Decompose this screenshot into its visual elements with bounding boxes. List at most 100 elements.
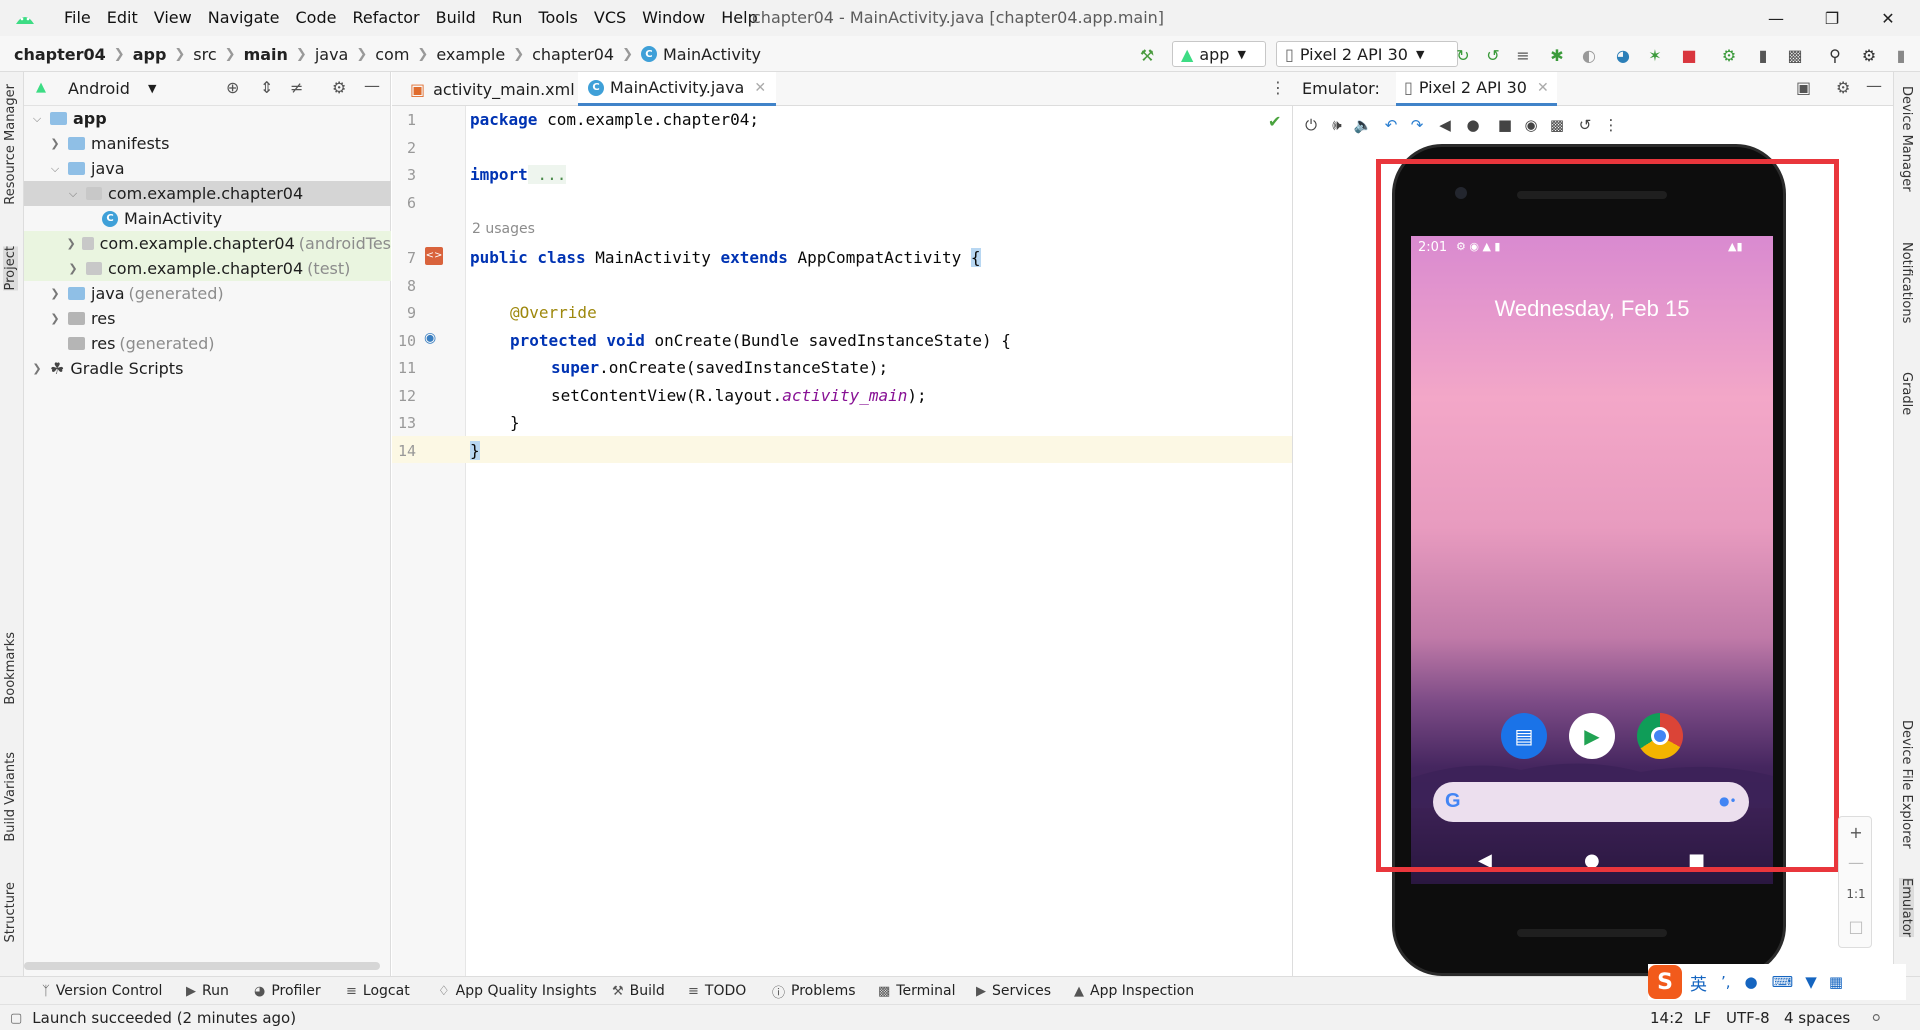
rotate-right-icon[interactable]: ↷ <box>1406 114 1428 136</box>
breadcrumb-item[interactable]: chapter04 <box>532 45 614 64</box>
file-encoding[interactable]: UTF-8 <box>1726 1005 1770 1031</box>
power-icon[interactable]: ⏻ <box>1300 114 1322 136</box>
tool-problems[interactable]: ⓘ Problems <box>772 977 856 1005</box>
tree-item-java-generated[interactable]: ❯ java (generated) <box>24 281 391 306</box>
tool-run[interactable]: ▶ Run <box>186 977 229 1005</box>
more-icon[interactable]: ▮ <box>1890 44 1912 66</box>
tree-item-manifests[interactable]: ❯ manifests <box>24 131 391 156</box>
tab-structure[interactable]: Structure <box>3 882 18 942</box>
menu-edit[interactable]: Edit <box>99 0 146 36</box>
tab-mainactivity-java[interactable]: C MainActivity.java ✕ <box>578 72 777 106</box>
profile-icon[interactable]: ◕ <box>1612 44 1634 66</box>
menu-navigate[interactable]: Navigate <box>200 0 288 36</box>
hammer-build-icon[interactable]: ⚒ <box>1136 44 1158 66</box>
tree-item-package-test[interactable]: ❯ com.example.chapter04 (test) <box>24 256 391 281</box>
tool-logcat[interactable]: ≡ Logcat <box>346 977 410 1005</box>
tree-item-mainactivity[interactable]: C MainActivity <box>24 206 391 231</box>
tool-profiler[interactable]: ◕ Profiler <box>254 977 321 1005</box>
sync-gradle-icon[interactable]: ⚙ <box>1718 44 1740 66</box>
gear-icon[interactable]: ⚙ <box>1858 44 1880 66</box>
breadcrumb-item[interactable]: MainActivity <box>663 45 761 64</box>
menu-refactor[interactable]: Refactor <box>344 0 427 36</box>
usages-hint[interactable]: 2 usages <box>472 221 535 237</box>
breadcrumb-item[interactable]: example <box>436 45 505 64</box>
breadcrumb-item[interactable]: com <box>375 45 409 64</box>
stop-icon[interactable]: ■ <box>1678 44 1700 66</box>
tab-device-manager[interactable]: Device Manager <box>1899 86 1914 192</box>
tab-gradle[interactable]: Gradle <box>1899 372 1914 415</box>
sdk-manager-icon[interactable]: ▩ <box>1784 44 1806 66</box>
breadcrumb-item[interactable]: src <box>193 45 216 64</box>
override-marker-icon[interactable]: ◉ <box>424 330 436 346</box>
window-mode-icon[interactable]: ▣ <box>1796 78 1811 97</box>
volume-down-icon[interactable]: 🔈 <box>1352 114 1374 136</box>
zoom-actual-size[interactable]: 1:1 <box>1839 887 1873 901</box>
tree-item-java[interactable]: ⌵ java <box>24 156 391 181</box>
screen-record-icon[interactable]: ▩ <box>1546 114 1568 136</box>
menu-view[interactable]: View <box>146 0 200 36</box>
menu-run[interactable]: Run <box>484 0 531 36</box>
coverage-icon[interactable]: ◐ <box>1578 44 1600 66</box>
back-icon[interactable]: ◀ <box>1434 114 1456 136</box>
status-message[interactable]: ▢ Launch succeeded (2 minutes ago) <box>10 1005 296 1031</box>
tool-version-control[interactable]: ᛉ Version Control <box>42 977 162 1005</box>
hide-panel-icon[interactable]: — <box>364 76 380 95</box>
punctuation-icon[interactable]: ’, <box>1721 973 1731 991</box>
tab-bookmarks[interactable]: Bookmarks <box>3 632 18 705</box>
search-icon[interactable]: ⚲ <box>1824 44 1846 66</box>
tab-resource-manager[interactable]: Resource Manager <box>3 84 18 205</box>
home-icon[interactable]: ● <box>1462 114 1484 136</box>
menu-window[interactable]: Window <box>634 0 713 36</box>
tree-item-res[interactable]: ❯ res <box>24 306 391 331</box>
lock-icon[interactable]: ⚪ <box>1870 1005 1883 1031</box>
tree-item-gradle-scripts[interactable]: ❯ ☘ Gradle Scripts <box>24 356 391 381</box>
close-icon[interactable]: ✕ <box>754 80 766 96</box>
tab-pixel-2-api-30[interactable]: ▯ Pixel 2 API 30 ✕ <box>1396 72 1557 106</box>
project-view-select[interactable]: Android <box>68 79 130 98</box>
breadcrumb-item[interactable]: app <box>133 45 167 64</box>
chevron-down-icon[interactable]: ▼ <box>148 82 156 95</box>
tab-notifications[interactable]: Notifications <box>1899 242 1914 323</box>
minimize-icon[interactable]: — <box>1748 0 1804 36</box>
restore-icon[interactable]: ❐ <box>1804 0 1860 36</box>
menu-build[interactable]: Build <box>428 0 484 36</box>
zoom-in-icon[interactable]: + <box>1839 823 1873 842</box>
tab-build-variants[interactable]: Build Variants <box>3 752 18 842</box>
attach-debugger-icon[interactable]: ✶ <box>1644 44 1666 66</box>
tool-app-quality-insights[interactable]: ♢ App Quality Insights <box>438 977 597 1005</box>
apply-changes-restart-icon[interactable]: ↻ <box>1452 44 1474 66</box>
overview-icon[interactable]: ■ <box>1494 114 1516 136</box>
code-area[interactable] <box>466 106 1292 976</box>
tree-item-package[interactable]: ⌵ com.example.chapter04 <box>24 181 391 206</box>
caret-position[interactable]: 14:2 <box>1650 1005 1684 1031</box>
collapse-all-icon[interactable]: ≠ <box>290 78 303 97</box>
more-icon[interactable]: ⋮ <box>1600 114 1622 136</box>
ime-language[interactable]: 英 <box>1690 970 1707 995</box>
snapshot-icon[interactable]: ↺ <box>1574 114 1596 136</box>
tree-item-res-generated[interactable]: res (generated) <box>24 331 391 356</box>
run-config-select[interactable]: ▲ app ▼ <box>1172 41 1266 67</box>
camera-icon[interactable]: ◉ <box>1520 114 1542 136</box>
hide-panel-icon[interactable]: — <box>1866 76 1882 95</box>
menu-code[interactable]: Code <box>288 0 345 36</box>
expand-all-icon[interactable]: ⇕ <box>260 78 273 97</box>
apply-code-changes-icon[interactable]: ↺ <box>1482 44 1504 66</box>
device-manager-icon[interactable]: ▮ <box>1752 44 1774 66</box>
breadcrumb-item[interactable]: main <box>244 45 288 64</box>
menu-tools[interactable]: Tools <box>530 0 585 36</box>
sogou-logo-icon[interactable]: S <box>1648 965 1682 999</box>
indent-setting[interactable]: 4 spaces <box>1784 1005 1850 1031</box>
tool-build[interactable]: ⚒ Build <box>612 977 665 1005</box>
keyboard-icon[interactable]: ⌨ <box>1772 973 1794 991</box>
tool-todo[interactable]: ≡ TODO <box>688 977 746 1005</box>
gear-icon[interactable]: ⚙ <box>1836 78 1850 97</box>
skin-icon[interactable]: ▼ <box>1805 973 1817 991</box>
tool-terminal[interactable]: ▩ Terminal <box>878 977 955 1005</box>
close-icon[interactable]: ✕ <box>1537 80 1549 96</box>
breadcrumb-item[interactable]: chapter04 <box>14 45 106 64</box>
tab-project[interactable]: Project <box>3 246 18 291</box>
tree-item-app[interactable]: ⌵ app <box>24 106 391 131</box>
menu-file[interactable]: File <box>56 0 99 36</box>
menu-vcs[interactable]: VCS <box>586 0 634 36</box>
debug-icon[interactable]: ✱ <box>1546 44 1568 66</box>
